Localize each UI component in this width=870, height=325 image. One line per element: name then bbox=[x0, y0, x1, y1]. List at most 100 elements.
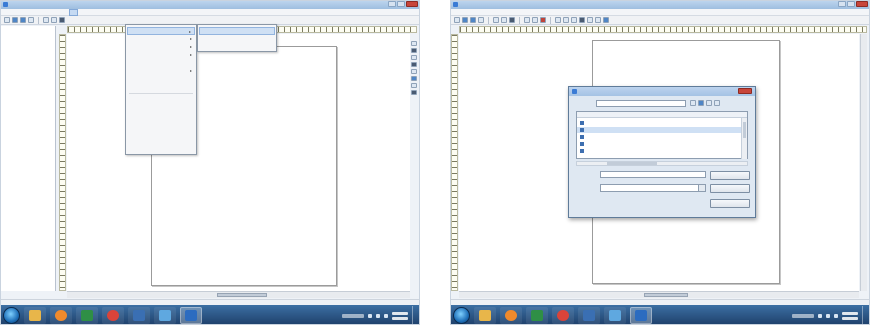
menu-item[interactable] bbox=[506, 9, 515, 16]
zoom-tool-icon[interactable] bbox=[411, 76, 417, 81]
zoom-in-icon[interactable] bbox=[555, 17, 561, 23]
menu-item[interactable] bbox=[454, 9, 463, 16]
horizontal-scrollbar[interactable] bbox=[67, 291, 410, 298]
save-icon[interactable] bbox=[470, 17, 476, 23]
menu-item[interactable] bbox=[30, 9, 39, 16]
menu-entry[interactable] bbox=[127, 59, 195, 67]
taskbar-app[interactable] bbox=[526, 307, 548, 324]
taskbar-app[interactable] bbox=[128, 307, 150, 324]
taskbar-app[interactable] bbox=[474, 307, 496, 324]
menu-item[interactable] bbox=[17, 9, 26, 16]
show-desktop-button[interactable] bbox=[412, 306, 417, 324]
menu-item-open[interactable] bbox=[69, 9, 78, 16]
shape-tool-icon[interactable] bbox=[595, 17, 601, 23]
look-in-select[interactable] bbox=[596, 100, 686, 107]
taskbar-app-active[interactable] bbox=[630, 307, 652, 324]
new-file-icon[interactable] bbox=[454, 17, 460, 23]
fill-tool-icon[interactable] bbox=[411, 69, 417, 74]
taskbar-app[interactable] bbox=[604, 307, 626, 324]
maximize-button[interactable] bbox=[397, 1, 405, 7]
network-icon[interactable] bbox=[368, 313, 372, 318]
menu-entry[interactable]: ▸ bbox=[127, 51, 195, 59]
text-tool-icon[interactable] bbox=[579, 17, 585, 23]
menu-entry[interactable]: ▸ bbox=[127, 35, 195, 43]
back-icon[interactable] bbox=[690, 100, 696, 106]
shape-tool-icon[interactable] bbox=[411, 62, 417, 67]
copy-icon[interactable] bbox=[501, 17, 507, 23]
cut-icon[interactable] bbox=[43, 17, 49, 23]
up-folder-icon[interactable] bbox=[698, 100, 704, 106]
taskbar-app[interactable] bbox=[102, 307, 124, 324]
line-tool-icon[interactable] bbox=[411, 55, 417, 60]
file-row-selected[interactable] bbox=[577, 127, 747, 133]
taskbar-app[interactable] bbox=[578, 307, 600, 324]
redo-icon[interactable] bbox=[532, 17, 538, 23]
scrollbar-thumb[interactable] bbox=[217, 293, 267, 297]
minimize-button[interactable] bbox=[388, 1, 396, 7]
start-button[interactable] bbox=[3, 307, 20, 324]
menu-entry[interactable] bbox=[127, 75, 195, 83]
taskbar-app[interactable] bbox=[154, 307, 176, 324]
grid-icon[interactable] bbox=[571, 17, 577, 23]
file-row[interactable] bbox=[577, 141, 747, 147]
dialog-close-button[interactable] bbox=[738, 88, 752, 94]
color-tool-icon[interactable] bbox=[411, 90, 417, 95]
open-folder-icon[interactable] bbox=[462, 17, 468, 23]
paste-icon[interactable] bbox=[59, 17, 65, 23]
copy-icon[interactable] bbox=[51, 17, 57, 23]
menu-item[interactable] bbox=[480, 9, 489, 16]
volume-icon[interactable] bbox=[834, 313, 838, 318]
file-row[interactable] bbox=[577, 120, 747, 126]
vertical-scrollbar[interactable] bbox=[860, 34, 867, 291]
scrollbar-thumb[interactable] bbox=[607, 162, 657, 165]
cut-icon[interactable] bbox=[493, 17, 499, 23]
file-list-scrollbar[interactable] bbox=[741, 118, 747, 159]
file-type-select[interactable] bbox=[600, 184, 706, 192]
scrollbar-thumb[interactable] bbox=[644, 293, 688, 297]
flag-icon[interactable] bbox=[376, 313, 380, 318]
menu-item[interactable] bbox=[519, 9, 528, 16]
open-button[interactable] bbox=[710, 171, 750, 180]
file-row[interactable] bbox=[577, 134, 747, 140]
menu-entry[interactable] bbox=[127, 83, 195, 91]
print-icon[interactable] bbox=[478, 17, 484, 23]
extra-button[interactable] bbox=[710, 199, 750, 208]
column-header-name[interactable] bbox=[580, 112, 620, 118]
taskbar-app[interactable] bbox=[500, 307, 522, 324]
hand-tool-icon[interactable] bbox=[411, 83, 417, 88]
new-folder-icon[interactable] bbox=[706, 100, 712, 106]
line-tool-icon[interactable] bbox=[587, 17, 593, 23]
column-header-date[interactable] bbox=[699, 112, 743, 118]
print-icon[interactable] bbox=[28, 17, 34, 23]
close-button[interactable] bbox=[406, 1, 418, 7]
start-button[interactable] bbox=[453, 307, 470, 324]
taskbar-app[interactable] bbox=[552, 307, 574, 324]
menu-item[interactable] bbox=[82, 9, 91, 16]
menu-item[interactable] bbox=[532, 9, 541, 16]
menu-item[interactable] bbox=[545, 9, 554, 16]
submenu-entry[interactable] bbox=[199, 27, 275, 35]
menu-item[interactable] bbox=[43, 9, 52, 16]
maximize-button[interactable] bbox=[847, 1, 855, 7]
save-icon[interactable] bbox=[20, 17, 26, 23]
menu-item[interactable] bbox=[467, 9, 476, 16]
title-bar[interactable] bbox=[451, 1, 869, 9]
color-tool-icon[interactable] bbox=[603, 17, 609, 23]
dialog-title-bar[interactable] bbox=[569, 87, 755, 96]
menu-item[interactable] bbox=[95, 9, 104, 16]
text-tool-icon[interactable] bbox=[411, 48, 417, 53]
menu-item[interactable] bbox=[56, 9, 65, 16]
volume-icon[interactable] bbox=[384, 313, 388, 318]
minimize-button[interactable] bbox=[838, 1, 846, 7]
close-button[interactable] bbox=[856, 1, 868, 7]
undo-icon[interactable] bbox=[524, 17, 530, 23]
paste-icon[interactable] bbox=[509, 17, 515, 23]
view-menu-icon[interactable] bbox=[714, 100, 720, 106]
taskbar-app[interactable] bbox=[76, 307, 98, 324]
chart-icon[interactable] bbox=[540, 17, 546, 23]
open-folder-icon[interactable] bbox=[12, 17, 18, 23]
menu-item[interactable] bbox=[4, 9, 13, 16]
zoom-out-icon[interactable] bbox=[563, 17, 569, 23]
scrollbar-thumb[interactable] bbox=[743, 122, 746, 138]
menu-entry[interactable]: ▸ bbox=[127, 27, 195, 35]
